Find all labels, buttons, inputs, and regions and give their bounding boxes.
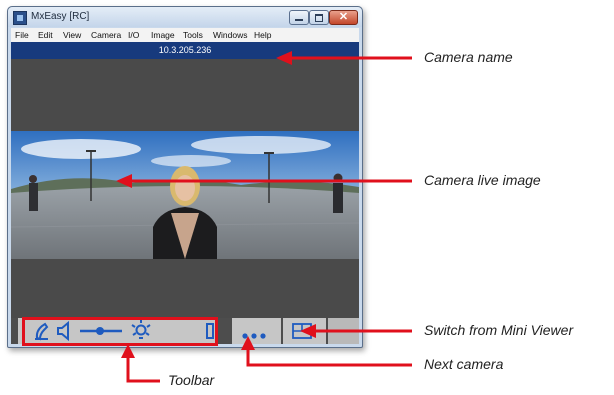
toolbar-arrow	[126, 358, 160, 383]
callout-next-camera: Next camera	[424, 356, 504, 372]
callout-switch-mini-viewer: Switch from Mini Viewer	[424, 322, 574, 338]
callout-toolbar: Toolbar	[168, 372, 215, 388]
switch-arrowhead	[300, 324, 316, 338]
callout-camera-name: Camera name	[424, 49, 513, 65]
toolbar-arrowhead	[121, 344, 135, 358]
live-image-arrowhead	[116, 174, 132, 188]
callout-live-image: Camera live image	[424, 172, 541, 188]
camera-name-arrowhead	[276, 51, 292, 65]
next-camera-arrowhead	[241, 336, 255, 350]
next-camera-arrow	[246, 350, 412, 367]
